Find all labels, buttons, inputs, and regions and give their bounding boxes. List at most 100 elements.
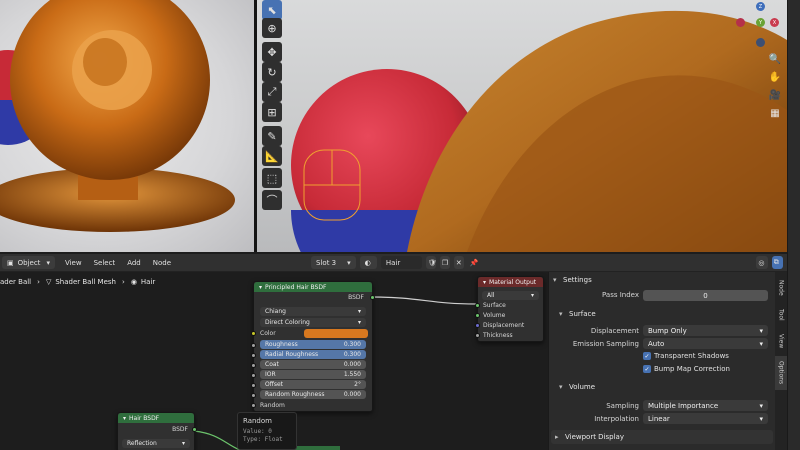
viewport-toolbar: ⬉ ⊕ ✥ ↻ ⤢ ⊞ ✎ 📐 ⬚ ⌒ bbox=[260, 0, 284, 214]
rotate-tool-icon[interactable]: ↻ bbox=[262, 62, 282, 82]
param-label: Offset bbox=[265, 381, 284, 388]
hair-bsdf-node[interactable]: ▾ Hair BSDF BSDF Reflection ▾ bbox=[117, 412, 197, 450]
properties-sidebar: ▾ Settings Pass Index 0 ▾ Surface Displa… bbox=[548, 272, 775, 450]
param-label: Random Roughness bbox=[265, 391, 325, 398]
input-label: Thickness bbox=[483, 332, 513, 339]
sidebar-tabs: Node Tool View Options bbox=[775, 272, 787, 450]
viewport-display-panel-header[interactable]: ▸ Viewport Display bbox=[551, 430, 773, 444]
cursor-tool-icon[interactable]: ⊕ bbox=[262, 18, 282, 38]
move-tool-icon[interactable]: ✥ bbox=[262, 42, 282, 62]
transparent-shadows-checkbox[interactable]: ✓ bbox=[643, 352, 651, 360]
overlay-toggle-icon[interactable]: ◎ bbox=[756, 256, 768, 269]
radial-roughness-socket[interactable] bbox=[251, 353, 256, 358]
node-header[interactable]: ▾ Principled Hair BSDF bbox=[254, 282, 372, 292]
roughness-field[interactable]: Roughness 0.300 bbox=[260, 340, 366, 349]
param-label: Radial Roughness bbox=[265, 351, 319, 358]
bsdf-output-socket[interactable] bbox=[192, 427, 197, 432]
annotate-tool-icon[interactable]: ✎ bbox=[262, 126, 282, 146]
interpolation-label: Interpolation bbox=[594, 415, 639, 423]
displacement-select[interactable]: Bump Only ▾ bbox=[643, 325, 768, 336]
interpolation-value: Linear bbox=[648, 414, 670, 423]
right-edge-strip bbox=[787, 0, 800, 450]
node-header[interactable]: ▾ Material Output bbox=[478, 277, 543, 287]
chevron-down-icon: ▾ bbox=[553, 276, 557, 284]
volume-panel-header[interactable]: ▾ Volume bbox=[559, 381, 771, 393]
ior-socket[interactable] bbox=[251, 373, 256, 378]
tab-node[interactable]: Node bbox=[775, 274, 787, 302]
model-value: Chiang bbox=[265, 308, 286, 315]
param-value: 2° bbox=[354, 381, 361, 388]
material-output-node[interactable]: ▾ Material Output All ▾ Surface Volume D… bbox=[475, 276, 544, 342]
camera-view-icon[interactable]: 🎥 bbox=[768, 88, 782, 102]
param-label: Roughness bbox=[265, 341, 298, 348]
measure-tool-icon[interactable]: 📐 bbox=[262, 146, 282, 166]
tab-tool[interactable]: Tool bbox=[775, 304, 787, 326]
radial-roughness-field[interactable]: Radial Roughness 0.300 bbox=[260, 350, 366, 359]
color-swatch[interactable] bbox=[304, 329, 368, 338]
add-cube-tool-icon[interactable]: ⬚ bbox=[262, 168, 282, 188]
surface-socket[interactable] bbox=[475, 303, 480, 308]
pass-index-field[interactable]: 0 bbox=[643, 290, 768, 301]
random-roughness-socket[interactable] bbox=[251, 393, 256, 398]
random-roughness-field[interactable]: Random Roughness 0.000 bbox=[260, 390, 366, 399]
coat-socket[interactable] bbox=[251, 363, 256, 368]
color-label: Color bbox=[260, 330, 276, 337]
tab-view[interactable]: View bbox=[775, 328, 787, 354]
grid-perspective-icon[interactable]: ▦ bbox=[768, 106, 782, 120]
chevron-down-icon: ▾ bbox=[181, 440, 185, 447]
gizmo-neg-x-axis[interactable] bbox=[736, 18, 745, 27]
snap-toggle-icon[interactable]: ⧉ bbox=[771, 256, 783, 269]
emission-sampling-select[interactable]: Auto ▾ bbox=[643, 338, 768, 349]
output-label: BSDF bbox=[172, 426, 188, 433]
thickness-socket[interactable] bbox=[475, 333, 480, 338]
gizmo-x-axis[interactable]: X bbox=[770, 18, 779, 27]
parametrization-select[interactable]: Direct Coloring ▾ bbox=[260, 318, 366, 327]
ior-field[interactable]: IOR 1.550 bbox=[260, 370, 366, 379]
tab-options[interactable]: Options bbox=[775, 356, 787, 390]
gizmo-z-axis[interactable]: Z bbox=[756, 2, 765, 11]
node-header[interactable]: ▾ Hair BSDF bbox=[118, 413, 194, 423]
component-select[interactable]: Reflection ▾ bbox=[122, 439, 190, 448]
sampling-select[interactable]: Multiple Importance ▾ bbox=[643, 400, 768, 411]
collapse-chevron-icon: ▾ bbox=[259, 283, 263, 291]
render-preview-left bbox=[0, 0, 254, 252]
settings-panel-header[interactable]: ▾ Settings bbox=[553, 274, 771, 286]
target-value: All bbox=[487, 292, 495, 299]
principled-hair-bsdf-node[interactable]: ▾ Principled Hair BSDF BSDF Chiang ▾ Dir… bbox=[251, 281, 375, 412]
displacement-label: Displacement bbox=[590, 327, 639, 335]
offset-field[interactable]: Offset 2° bbox=[260, 380, 366, 389]
random-socket[interactable] bbox=[251, 403, 256, 408]
emission-value: Auto bbox=[648, 339, 665, 348]
gizmo-neg-z-axis[interactable] bbox=[756, 38, 765, 47]
coat-field[interactable]: Coat 0.000 bbox=[260, 360, 366, 369]
bsdf-output-socket[interactable] bbox=[370, 295, 375, 300]
color-input-socket[interactable] bbox=[251, 331, 256, 336]
gizmo-y-axis[interactable]: Y bbox=[756, 18, 765, 27]
viewport-3d[interactable] bbox=[257, 0, 787, 252]
collapse-chevron-icon: ▾ bbox=[483, 278, 487, 286]
select-tool-icon[interactable]: ⬉ bbox=[262, 0, 282, 20]
scale-tool-icon[interactable]: ⤢ bbox=[262, 82, 282, 102]
target-select[interactable]: All ▾ bbox=[482, 291, 539, 300]
zoom-icon[interactable]: 🔍 bbox=[768, 52, 782, 66]
surface-panel-header[interactable]: ▾ Surface bbox=[559, 308, 771, 320]
section-title: Volume bbox=[569, 383, 596, 391]
curve-tool-icon[interactable]: ⌒ bbox=[262, 190, 282, 210]
node-title: Principled Hair BSDF bbox=[265, 283, 327, 291]
roughness-socket[interactable] bbox=[251, 343, 256, 348]
transform-tool-icon[interactable]: ⊞ bbox=[262, 102, 282, 122]
bump-map-correction-checkbox[interactable]: ✓ bbox=[643, 365, 651, 373]
hair-bsdf-link bbox=[193, 430, 241, 450]
output-label: BSDF bbox=[348, 294, 364, 301]
transparent-shadows-label: Transparent Shadows bbox=[654, 352, 729, 360]
pan-hand-icon[interactable]: ✋ bbox=[768, 70, 782, 84]
partial-node-header[interactable] bbox=[290, 446, 340, 450]
offset-socket[interactable] bbox=[251, 383, 256, 388]
param-value: 0.300 bbox=[343, 341, 361, 348]
param-label: IOR bbox=[265, 371, 276, 378]
displacement-socket[interactable] bbox=[475, 323, 480, 328]
bump-map-correction-label: Bump Map Correction bbox=[654, 365, 730, 373]
model-select[interactable]: Chiang ▾ bbox=[260, 307, 366, 316]
interpolation-select[interactable]: Linear ▾ bbox=[643, 413, 768, 424]
volume-socket[interactable] bbox=[475, 313, 480, 318]
